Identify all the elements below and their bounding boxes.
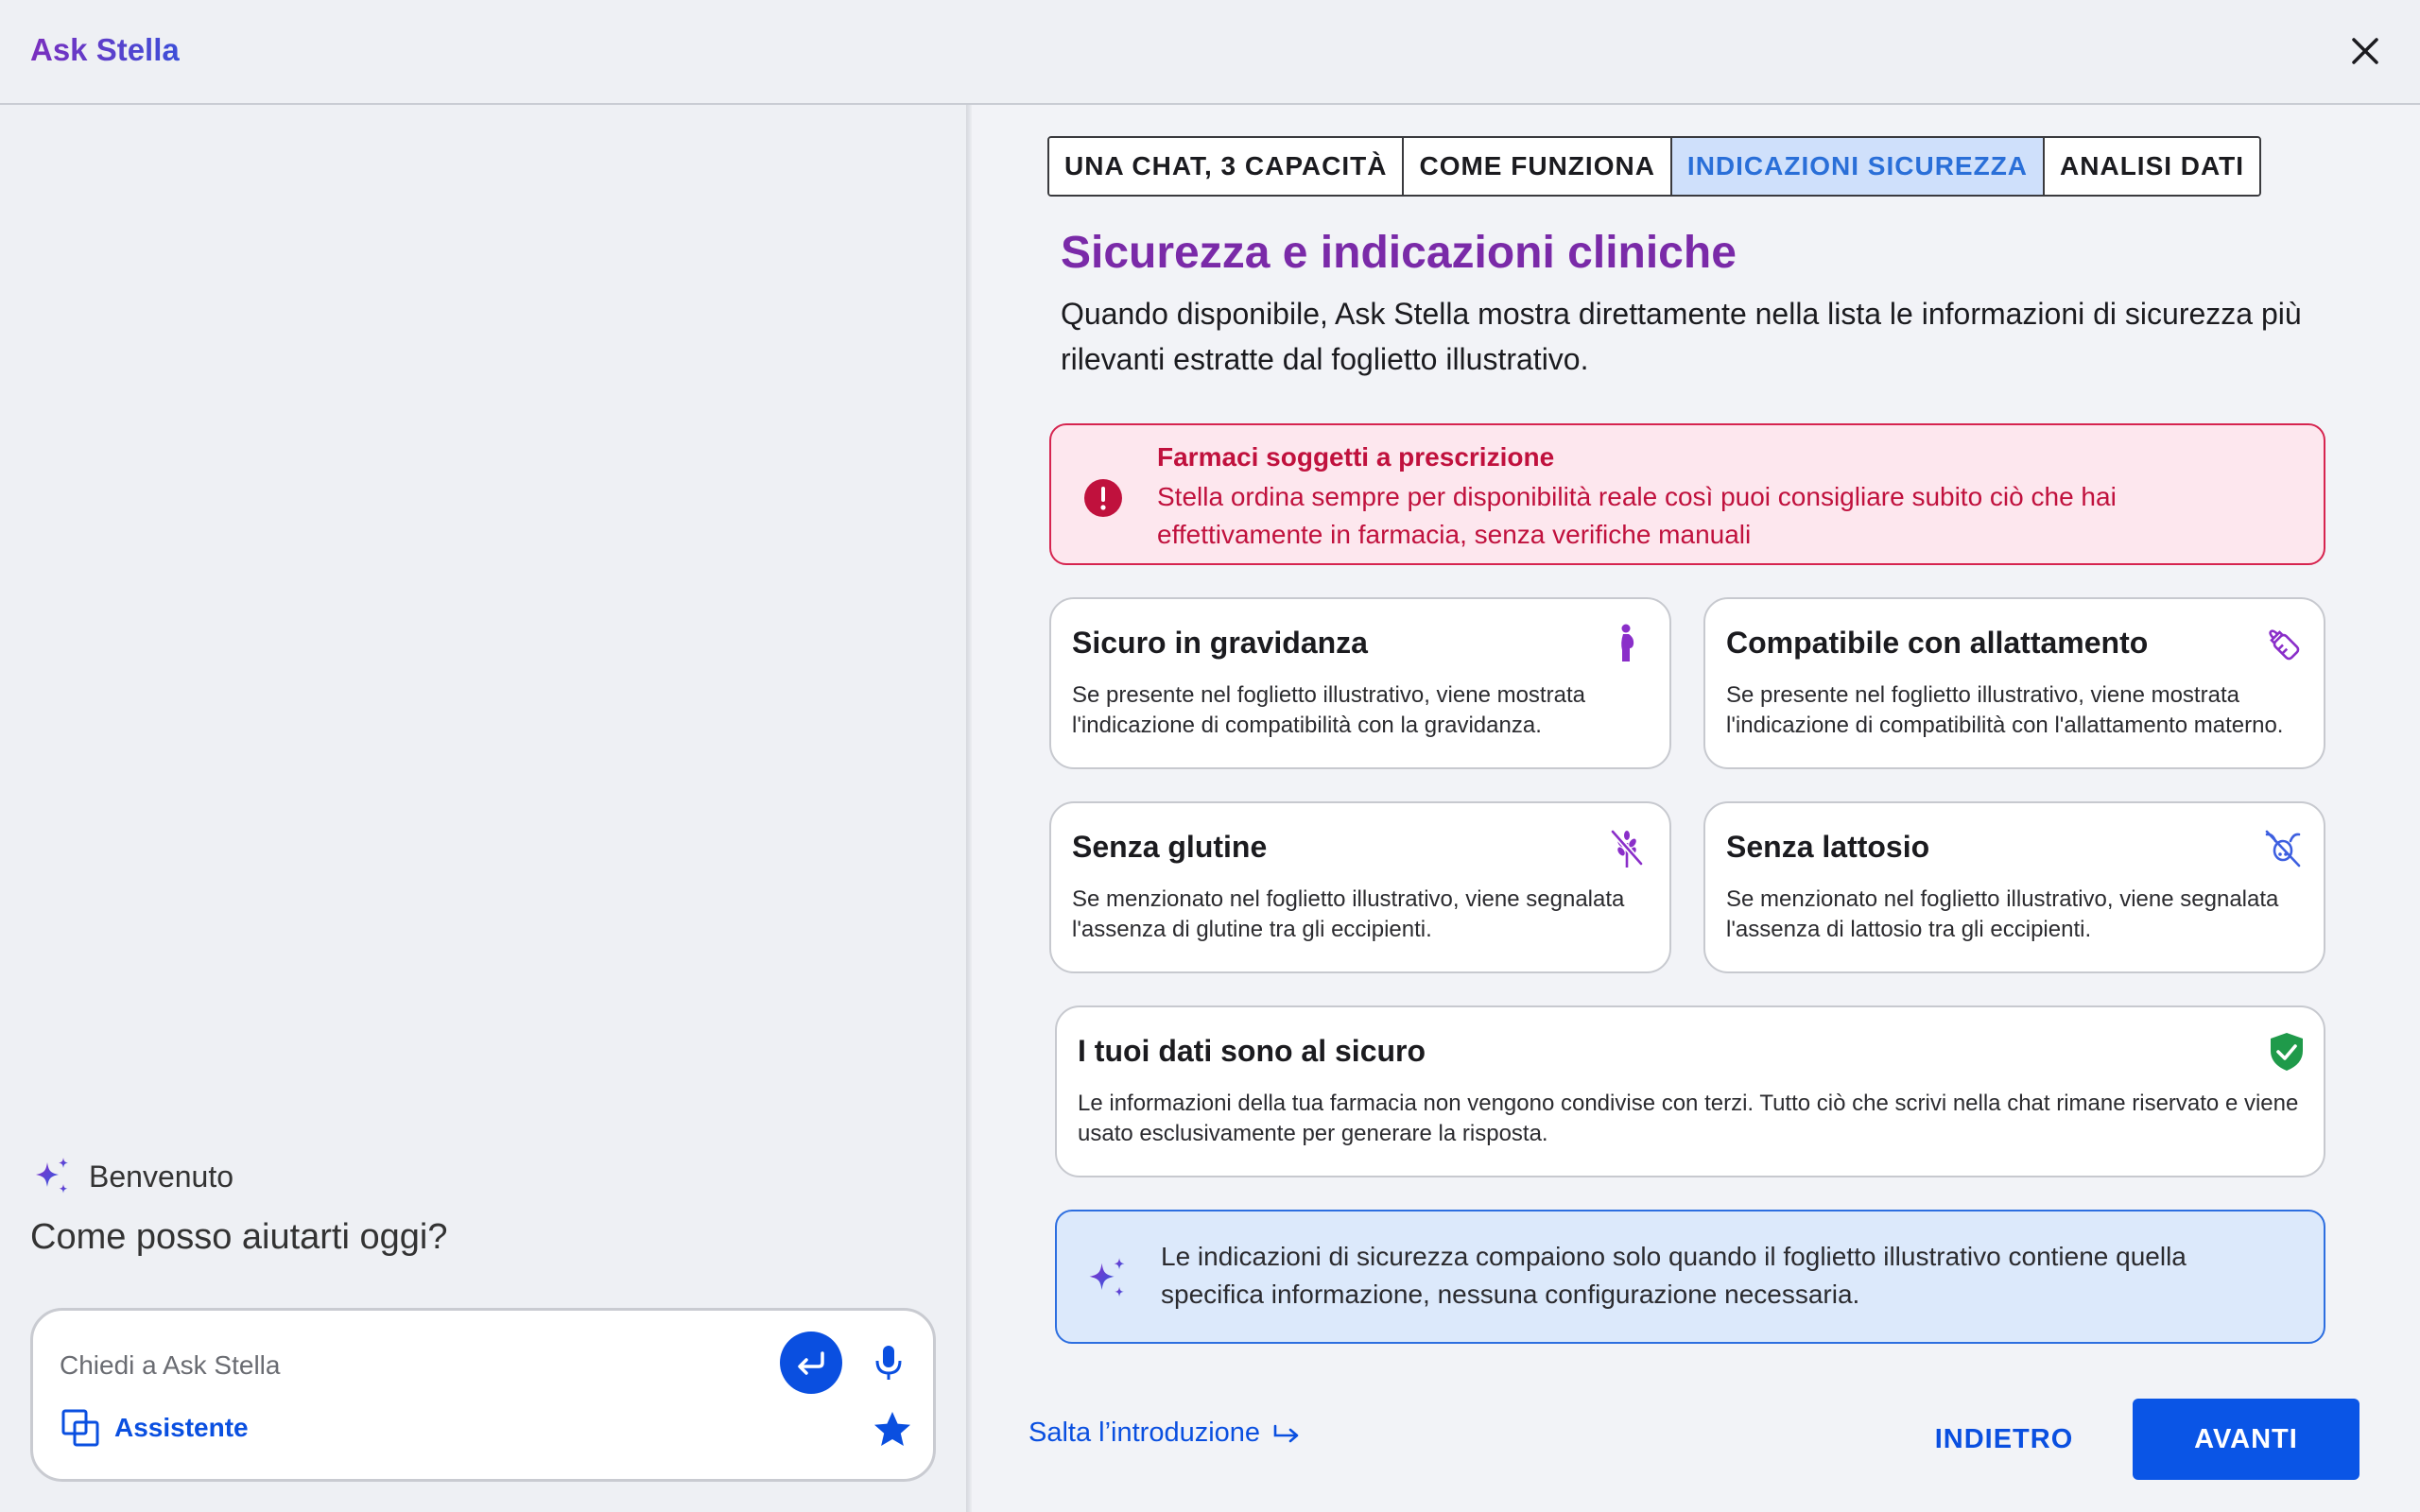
next-button[interactable]: AVANTI xyxy=(2133,1399,2360,1480)
back-button[interactable]: INDIETRO xyxy=(1919,1399,2089,1480)
lactose-free-icon xyxy=(2265,830,2301,868)
pregnancy-icon xyxy=(1621,624,1634,662)
card-title: Sicuro in gravidanza xyxy=(1072,626,1368,660)
card-breastfeeding: Compatibile con allattamento Se presente… xyxy=(1703,597,2325,769)
chat-composer: Assistente xyxy=(30,1308,936,1482)
alert-title: Farmaci soggetti a prescrizione xyxy=(1157,442,1555,472)
info-box: Le indicazioni di sicurezza compaiono so… xyxy=(1055,1210,2325,1344)
top-bar: Ask Stella xyxy=(0,0,2420,105)
card-title: Senza glutine xyxy=(1072,830,1268,864)
greeting-heading: Come posso aiutarti oggi? xyxy=(30,1217,448,1257)
enter-arrow-icon xyxy=(798,1351,824,1375)
card-body: Se presente nel foglietto illustrativo, … xyxy=(1072,682,1585,738)
close-button[interactable] xyxy=(2344,30,2386,72)
tab-analisi-dati[interactable]: ANALISI DATI xyxy=(2045,138,2260,195)
skip-intro-link[interactable]: Salta l’introduzione xyxy=(1028,1418,1302,1449)
welcome-row: Benvenuto xyxy=(30,1155,233,1198)
card-data-safety: I tuoi dati sono al sicuro Le informazio… xyxy=(1055,1005,2325,1177)
baby-bottle-icon xyxy=(2269,629,2300,661)
tab-indicazioni-sicurezza[interactable]: INDICAZIONI SICUREZZA xyxy=(1671,138,2046,195)
card-title: Senza lattosio xyxy=(1726,830,1930,864)
card-body: Le informazioni della tua farmacia non v… xyxy=(1078,1091,2299,1146)
star-icon xyxy=(874,1411,910,1446)
onboarding-tabs: UNA CHAT, 3 CAPACITÀ COME FUNZIONA INDIC… xyxy=(1047,136,2262,197)
microphone-button[interactable] xyxy=(865,1339,912,1386)
welcome-text: Benvenuto xyxy=(89,1159,234,1194)
card-gluten-free: Senza glutine Se menzionato nel fogliett… xyxy=(1049,801,1671,973)
tab-come-funziona[interactable]: COME FUNZIONA xyxy=(1404,138,1672,195)
prescription-alert: Farmaci soggetti a prescrizione Stella o… xyxy=(1049,423,2325,565)
card-body: Se menzionato nel foglietto illustrativo… xyxy=(1726,886,2279,942)
section-title: Sicurezza e indicazioni cliniche xyxy=(1061,228,1737,278)
assistant-mode-button[interactable]: Assistente xyxy=(60,1407,249,1449)
app-title: Ask Stella xyxy=(30,32,180,67)
card-title: I tuoi dati sono al sicuro xyxy=(1078,1034,1426,1068)
tab-una-chat[interactable]: UNA CHAT, 3 CAPACITÀ xyxy=(1049,138,1405,195)
close-icon xyxy=(2352,38,2378,64)
assistant-mode-label: Assistente xyxy=(114,1413,249,1442)
send-button[interactable] xyxy=(780,1332,842,1394)
card-title: Compatibile con allattamento xyxy=(1726,626,2149,660)
sparkle-icon xyxy=(1089,1258,1125,1297)
overlap-squares-icon xyxy=(61,1409,99,1447)
sparkle-icon xyxy=(36,1158,68,1194)
gluten-free-icon xyxy=(1610,830,1644,868)
section-description: Quando disponibile, Ask Stella mostra di… xyxy=(1061,297,2302,376)
card-body: Se menzionato nel foglietto illustrativo… xyxy=(1072,886,1625,942)
card-pregnancy: Sicuro in gravidanza Se presente nel fog… xyxy=(1049,597,1671,769)
info-text: Le indicazioni di sicurezza compaiono so… xyxy=(1161,1242,2187,1309)
microphone-icon xyxy=(875,1346,902,1380)
favorite-button[interactable] xyxy=(869,1407,916,1454)
alert-body: Stella ordina sempre per disponibilità r… xyxy=(1157,482,2117,549)
chat-panel xyxy=(0,105,966,1512)
arrow-right-hook-icon xyxy=(1273,1424,1299,1442)
alert-icon xyxy=(1084,479,1122,517)
card-lactose-free: Senza lattosio Se menzionato nel fogliet… xyxy=(1703,801,2325,973)
card-body: Se presente nel foglietto illustrativo, … xyxy=(1726,682,2284,738)
skip-intro-label: Salta l’introduzione xyxy=(1028,1418,1261,1448)
chat-input[interactable] xyxy=(60,1339,778,1392)
shield-check-icon xyxy=(2271,1033,2303,1071)
